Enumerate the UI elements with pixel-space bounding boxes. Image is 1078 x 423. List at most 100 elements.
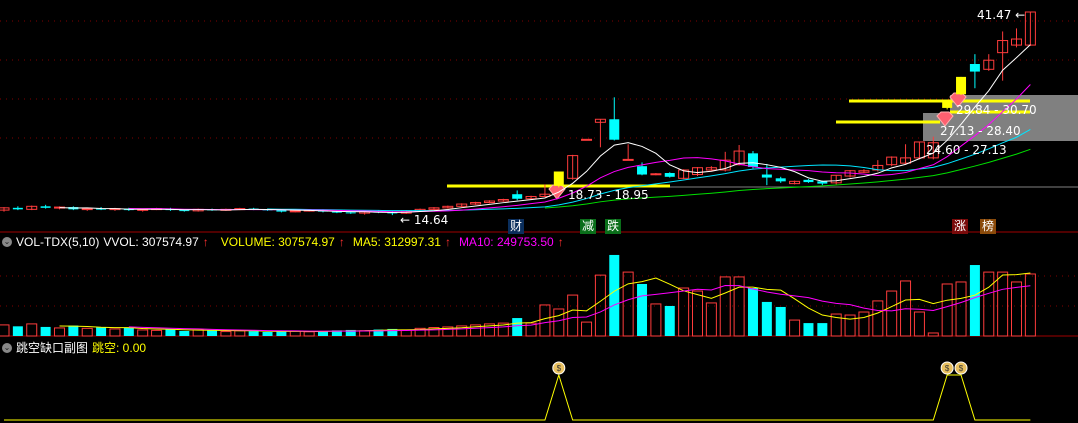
volume-ma10-line [128, 284, 1031, 332]
candle-body [345, 212, 356, 214]
candle-body [956, 76, 967, 95]
candle-body [664, 173, 675, 177]
volume-bar [650, 303, 662, 337]
candle-body [775, 178, 786, 182]
money-bag-glyph: $ [959, 364, 964, 373]
volume-bar [705, 302, 717, 337]
up-arrow-icon: ↑ [444, 235, 451, 249]
low-price-value: 14.64 [413, 213, 449, 227]
volume-bar [983, 271, 995, 337]
candle-body [12, 207, 23, 210]
volume-bar [927, 332, 939, 337]
volume-bar [26, 323, 38, 337]
volume-bar [179, 330, 190, 336]
volume-bar [775, 306, 786, 336]
gap-label-2: 29.84 - 30.70 [956, 103, 1037, 117]
event-tag-die[interactable]: 跌 [605, 219, 622, 234]
event-tag-jian[interactable]: 减 [580, 219, 597, 234]
candle-body [581, 138, 593, 141]
volume-bar [567, 294, 579, 337]
volume-bar [692, 290, 703, 337]
volume-bar [803, 323, 814, 336]
candle-body [803, 179, 814, 183]
candle-body [637, 166, 648, 175]
volume-bars [0, 254, 1036, 337]
volume-bar [123, 327, 134, 336]
high-price-value: 41.47 [977, 8, 1012, 22]
volume-bar [886, 290, 898, 337]
volume-bar [1024, 273, 1036, 337]
volume-bar [53, 327, 65, 337]
volume-bar [96, 327, 107, 336]
volume-bar [581, 321, 593, 337]
low-price-label: ← 14.64 [400, 213, 449, 227]
candle-body [289, 210, 301, 213]
volume-bar [817, 323, 828, 336]
volume-bar [997, 271, 1009, 337]
volume-bar [913, 311, 925, 337]
event-tag-bang[interactable]: 榜 [980, 219, 997, 234]
volume-value: VOLUME: 307574.97 [220, 235, 335, 249]
gap-signal-polyline [4, 373, 1031, 421]
volume-bar [664, 305, 675, 336]
volume-indicator-name[interactable]: VOL-TDX(5,10) [16, 235, 99, 249]
volume-bar [0, 324, 10, 337]
volume-bar [941, 283, 953, 337]
candle-body [553, 171, 564, 186]
gap-label-3: 27.13 - 28.40 [940, 124, 1021, 138]
volume-bar [622, 271, 634, 337]
candle-body [609, 119, 620, 140]
volume-bar [303, 331, 315, 337]
volume-bar [1011, 281, 1023, 337]
gap-panel-header: ⌄ 跳空缺口副图 跳空: 0.00 [2, 339, 146, 356]
volume-bar [40, 326, 51, 336]
event-tag-zhang[interactable]: 涨 [952, 219, 969, 234]
volume-bar [262, 331, 273, 336]
vol-ma5-value: MA5: 312997.31 [352, 235, 441, 249]
volume-panel-header: ⌄ VOL-TDX(5,10) VVOL: 307574.97 ↑ VOLUME:… [2, 235, 564, 249]
volume-bar [761, 301, 772, 336]
candle-body [761, 174, 772, 178]
volume-bar [109, 328, 121, 337]
volume-bar [553, 308, 565, 337]
gap-indicator-name[interactable]: 跳空缺口副图 [16, 339, 88, 356]
volume-bar [789, 319, 801, 337]
money-bag-glyph: $ [945, 364, 950, 373]
candle-body [622, 158, 634, 161]
volume-bar [969, 265, 980, 336]
volume-bar [747, 288, 758, 336]
gap-label-4: 24.60 - 27.13 [926, 143, 1007, 157]
collapse-toggle-icon[interactable]: ⌄ [2, 237, 12, 247]
volume-bar [68, 325, 79, 336]
volume-bar [512, 318, 523, 336]
volume-bar [248, 331, 259, 336]
candle-body [512, 194, 523, 199]
volume-bar [276, 331, 287, 336]
vvol-value: VVOL: 307574.97 [103, 235, 199, 249]
gap-signal-line: $ $ $ [4, 361, 1031, 421]
stock-chart[interactable]: $ $ $ [0, 0, 1078, 423]
candle-body [969, 64, 980, 72]
candle-body [942, 101, 953, 108]
volume-bar [165, 329, 176, 336]
up-arrow-icon: ↑ [557, 235, 564, 249]
volume-bar [151, 329, 163, 337]
volume-bar [539, 304, 551, 337]
volume-bar [609, 254, 620, 336]
volume-bar [858, 311, 870, 337]
volume-bar [81, 327, 93, 337]
event-tag-cai[interactable]: 财 [508, 219, 525, 234]
up-arrow-icon: ↑ [202, 235, 209, 249]
gap-label-1: 18.73 - 18.95 [568, 188, 649, 202]
volume-bar [955, 281, 967, 337]
volume-bar [637, 283, 648, 336]
gap-value: 跳空: 0.00 [92, 341, 147, 355]
candle-body [650, 173, 662, 176]
candle-body [81, 208, 93, 211]
collapse-toggle-icon[interactable]: ⌄ [2, 342, 12, 353]
candle-body [40, 206, 51, 208]
volume-bar [220, 331, 232, 337]
money-bag-glyph: $ [557, 364, 562, 373]
volume-bar [234, 330, 246, 337]
up-arrow-icon: ↑ [338, 235, 345, 249]
